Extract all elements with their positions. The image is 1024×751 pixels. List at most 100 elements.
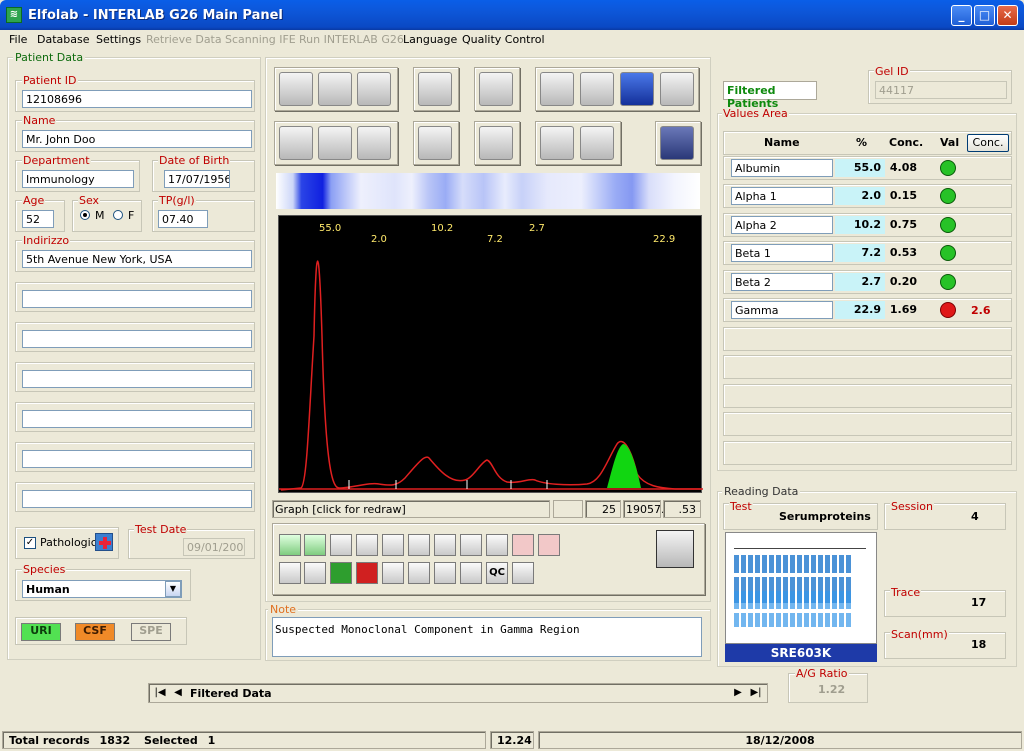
fraction-name[interactable]: Albumin — [731, 159, 833, 177]
scan-value: 18 — [971, 638, 987, 651]
gel-image[interactable] — [725, 532, 877, 644]
calculator-icon[interactable] — [434, 534, 456, 556]
age-field[interactable]: 52 — [22, 210, 54, 228]
gel-dish-icon[interactable] — [540, 72, 574, 106]
graph-field-1: 25 — [585, 500, 621, 518]
sex-f-radio[interactable] — [113, 210, 123, 220]
selected-value: 1 — [207, 734, 216, 747]
archive-cabinet-icon[interactable] — [660, 72, 694, 106]
menu-settings[interactable]: Settings — [96, 33, 141, 46]
computer-transfer-icon[interactable] — [357, 72, 391, 106]
department-label: Department — [22, 154, 91, 167]
scanner-device-icon[interactable] — [479, 72, 513, 106]
percent-scale-icon[interactable] — [356, 534, 378, 556]
histogram-icon[interactable] — [512, 562, 534, 584]
name-label: Name — [22, 114, 57, 127]
fraction-name[interactable]: Alpha 1 — [731, 187, 833, 205]
fraction-conc: 0.53 — [889, 246, 917, 259]
start-icon[interactable] — [330, 562, 352, 584]
address-field[interactable]: 5th Avenue New York, USA — [22, 250, 252, 268]
pathologic-checkbox[interactable]: ✓ — [24, 537, 36, 549]
extra-field-4[interactable] — [22, 410, 252, 428]
magnifier-icon[interactable] — [580, 72, 614, 106]
close-button[interactable]: ✕ — [997, 5, 1018, 26]
printer-icon[interactable] — [540, 126, 574, 160]
menu-quality-control[interactable]: Quality Control — [462, 33, 545, 46]
graph-caption[interactable]: Graph [click for redraw] — [272, 500, 550, 518]
double-peak-icon[interactable] — [486, 534, 508, 556]
dob-field[interactable]: 17/07/1956 — [164, 170, 230, 188]
end-icon[interactable] — [356, 562, 378, 584]
lightning-icon[interactable] — [620, 72, 654, 106]
extra-field-2[interactable] — [22, 330, 252, 348]
next-record-icon[interactable]: ▶ — [730, 685, 746, 701]
min-plus-icon[interactable] — [279, 534, 301, 556]
fraction-name[interactable]: Gamma — [731, 301, 833, 319]
curve-red-icon[interactable] — [408, 534, 430, 556]
last-record-icon[interactable]: ▶| — [748, 685, 764, 701]
save-disk-icon[interactable] — [656, 530, 694, 568]
notepad-icon[interactable] — [318, 126, 352, 160]
grid-icon[interactable] — [279, 562, 301, 584]
fraction-name[interactable]: Beta 2 — [731, 273, 833, 291]
maximize-button[interactable]: □ — [974, 5, 995, 26]
previous-record-icon[interactable]: ◀ — [170, 685, 186, 701]
medical-cross-icon[interactable] — [95, 533, 113, 551]
densitometry-graph[interactable]: 55.0 2.0 10.2 7.2 2.7 22.9 — [278, 215, 703, 493]
blank-red-icon-2[interactable] — [538, 534, 560, 556]
test-value: Serumproteins — [779, 510, 871, 523]
chevron-down-icon[interactable]: ▼ — [165, 581, 181, 597]
analyzer-icon[interactable] — [279, 72, 313, 106]
sex-f-label: F — [128, 209, 135, 222]
uri-button[interactable]: URI — [21, 623, 61, 641]
menu-file[interactable]: File — [9, 33, 27, 46]
sex-m-label: M — [95, 209, 105, 222]
filtered-patients-badge[interactable]: Filtered Patients — [723, 81, 817, 110]
qc-icon[interactable]: QC — [486, 562, 508, 584]
clipboard-check-icon[interactable] — [318, 72, 352, 106]
axis-chart-icon[interactable] — [330, 534, 352, 556]
note-text[interactable]: Suspected Monoclonal Component in Gamma … — [272, 617, 702, 657]
densitometry-trace — [280, 260, 701, 491]
cut-peak-icon[interactable] — [408, 562, 430, 584]
exit-door-icon[interactable] — [660, 126, 694, 160]
calendar-icon[interactable] — [418, 72, 452, 106]
menu-bar: File Database Settings Retrieve Data Sca… — [0, 30, 1024, 50]
fraction-name[interactable]: Beta 1 — [731, 244, 833, 262]
tp-field[interactable]: 07.40 — [158, 210, 208, 228]
total-records-value: 1832 — [99, 734, 131, 747]
od-scale-icon[interactable] — [304, 562, 326, 584]
menu-database[interactable]: Database — [37, 33, 90, 46]
title-bar[interactable]: ≋ Elfolab - INTERLAB G26 Main Panel _ □ … — [0, 0, 1024, 30]
undo-icon[interactable] — [382, 562, 404, 584]
extra-field-6[interactable] — [22, 490, 252, 508]
species-select[interactable]: Human — [22, 580, 182, 598]
fraction-name[interactable]: Alpha 2 — [731, 216, 833, 234]
page-icon[interactable] — [460, 562, 482, 584]
extra-field-1[interactable] — [22, 290, 252, 308]
blank-frame-icon[interactable] — [479, 126, 513, 160]
peak-icon[interactable] — [460, 534, 482, 556]
minimize-button[interactable]: _ — [951, 5, 972, 26]
blank-red-icon-1[interactable] — [512, 534, 534, 556]
flatbed-scanner-icon[interactable] — [580, 126, 614, 160]
peak-label-albumin: 55.0 — [319, 223, 342, 234]
disk-drive-icon[interactable] — [418, 126, 452, 160]
menu-run-interlab: Run INTERLAB G26 — [299, 33, 404, 46]
csf-button[interactable]: CSF — [75, 623, 115, 641]
sex-m-radio[interactable] — [80, 210, 90, 220]
department-field[interactable]: Immunology — [22, 170, 134, 188]
gel-header-strip — [734, 539, 866, 549]
patient-id-field[interactable]: 12108696 — [22, 90, 252, 108]
name-field[interactable]: Mr. John Doo — [22, 130, 252, 148]
first-record-icon[interactable]: |◀ — [152, 685, 168, 701]
extra-field-5[interactable] — [22, 450, 252, 468]
edit-document-icon[interactable] — [279, 126, 313, 160]
conc-button[interactable]: Conc. — [967, 134, 1009, 152]
menu-language[interactable]: Language — [403, 33, 457, 46]
curve-icon[interactable] — [382, 534, 404, 556]
palette-icon[interactable] — [434, 562, 456, 584]
min-minus-icon[interactable] — [304, 534, 326, 556]
globe-grid-icon[interactable] — [357, 126, 391, 160]
extra-field-3[interactable] — [22, 370, 252, 388]
